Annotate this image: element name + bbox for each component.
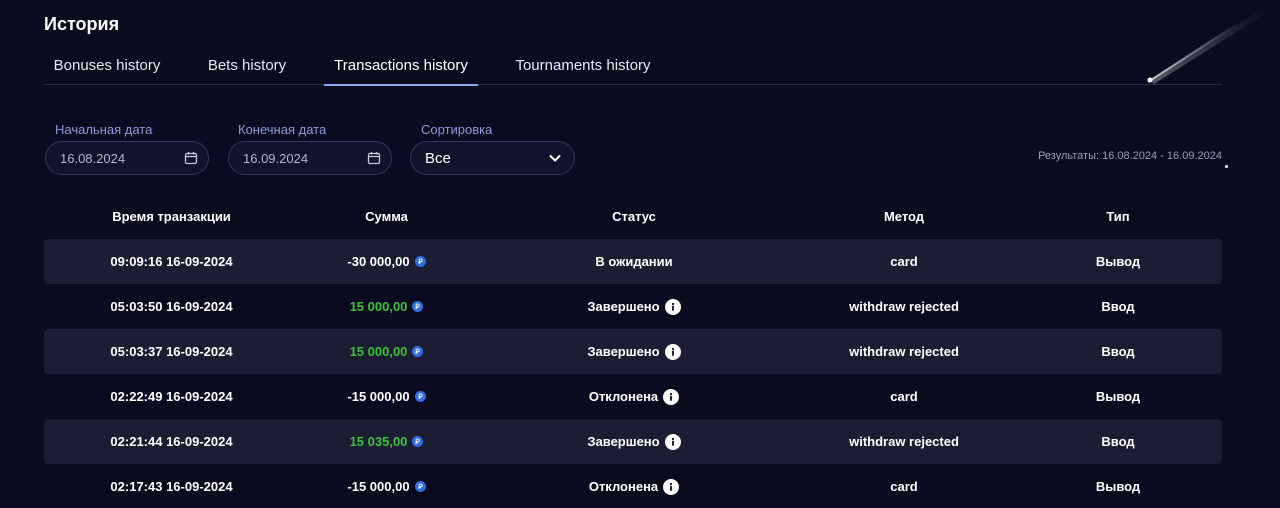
status-text: Завершено [587, 299, 660, 314]
sort-select[interactable]: Все [410, 141, 575, 175]
info-icon[interactable] [664, 343, 681, 360]
header-method: Метод [883, 208, 925, 224]
cell-amount: -30 000,00 [299, 239, 474, 284]
header-status: Статус [612, 208, 656, 224]
cell-method: withdraw rejected [849, 434, 959, 449]
chevron-down-icon [549, 155, 561, 162]
cell-method: card [890, 479, 918, 494]
status-badge: Отклонена [588, 478, 680, 495]
cell-type: Вывод [1095, 479, 1141, 494]
cell-method: card [890, 254, 918, 269]
table-row: 05:03:37 16-09-2024 15 000,00 Завершено … [44, 329, 1222, 374]
history-tabs: Bonuses history Bets history Transaction… [44, 50, 1222, 86]
table-row: 02:17:43 16-09-2024 -15 000,00 Отклонена… [44, 464, 1222, 508]
cell-time: 09:09:16 16-09-2024 [110, 254, 233, 269]
amount-text: 15 000,00 [349, 344, 408, 359]
tab-tournaments-history[interactable]: Tournaments history [504, 50, 662, 85]
coin-icon [412, 301, 424, 312]
status-badge: Отклонена [588, 388, 680, 405]
start-date-value: 16.08.2024 [60, 150, 126, 166]
amount-text: 15 035,00 [349, 434, 408, 449]
table-header: Время транзакции Сумма Статус Метод Тип [44, 200, 1222, 232]
header-amount: Сумма [365, 208, 408, 224]
end-date-field[interactable]: 16.09.2024 [228, 141, 392, 175]
cell-time: 02:21:44 16-09-2024 [110, 434, 233, 449]
cell-status: В ожидании [474, 239, 794, 284]
info-icon[interactable] [663, 388, 680, 405]
coin-icon [412, 436, 424, 447]
amount-text: 15 000,00 [349, 299, 408, 314]
status-badge: Завершено [587, 343, 681, 360]
status-text: Завершено [587, 344, 660, 359]
tab-bonuses-history[interactable]: Bonuses history [44, 50, 170, 85]
status-text: Завершено [587, 434, 660, 449]
cell-amount: 15 035,00 [299, 419, 474, 464]
calendar-icon[interactable] [367, 151, 381, 165]
tab-bets-history[interactable]: Bets history [194, 50, 300, 85]
cell-method: withdraw rejected [849, 299, 959, 314]
sort-label: Сортировка [421, 122, 493, 137]
amount-text: -30 000,00 [347, 254, 410, 269]
cell-type: Вывод [1095, 254, 1141, 269]
decorative-dot [1225, 165, 1228, 168]
amount-value: -15 000,00 [347, 389, 426, 404]
calendar-icon[interactable] [184, 151, 198, 165]
page-title: История [44, 14, 120, 34]
cell-status: Завершено [474, 329, 794, 374]
cell-status: Завершено [474, 419, 794, 464]
amount-value: -15 000,00 [347, 479, 426, 494]
status-badge: В ожидании [595, 254, 672, 269]
cell-type: Ввод [1101, 344, 1135, 359]
cell-time: 02:22:49 16-09-2024 [110, 389, 233, 404]
status-text: Отклонена [588, 479, 659, 494]
coin-icon [412, 346, 424, 357]
table-row: 02:22:49 16-09-2024 -15 000,00 Отклонена… [44, 374, 1222, 419]
results-range: Результаты: 16.08.2024 - 16.09.2024 [1038, 150, 1222, 162]
info-icon[interactable] [664, 298, 681, 315]
cell-status: Отклонена [474, 464, 794, 508]
amount-text: -15 000,00 [347, 389, 410, 404]
end-date-label: Конечная дата [238, 122, 327, 137]
cell-type: Ввод [1101, 299, 1135, 314]
amount-value: 15 035,00 [350, 434, 424, 449]
status-badge: Завершено [587, 433, 681, 450]
cell-time: 02:17:43 16-09-2024 [110, 479, 233, 494]
cell-amount: -15 000,00 [299, 464, 474, 508]
cell-type: Ввод [1101, 434, 1135, 449]
coin-icon [414, 481, 426, 492]
info-icon[interactable] [664, 433, 681, 450]
status-text: В ожидании [595, 254, 673, 269]
status-text: Отклонена [588, 389, 659, 404]
transactions-table-body: 09:09:16 16-09-2024 -30 000,00 В ожидани… [44, 239, 1222, 508]
cell-status: Отклонена [474, 374, 794, 419]
tab-transactions-history[interactable]: Transactions history [324, 50, 478, 86]
start-date-label: Начальная дата [55, 122, 153, 137]
amount-value: 15 000,00 [350, 344, 424, 359]
cell-amount: -15 000,00 [299, 374, 474, 419]
start-date-field[interactable]: 16.08.2024 [45, 141, 209, 175]
sort-value: Все [425, 149, 451, 167]
info-icon[interactable] [663, 478, 680, 495]
cell-amount: 15 000,00 [299, 284, 474, 329]
table-row: 05:03:50 16-09-2024 15 000,00 Завершено … [44, 284, 1222, 329]
coin-icon [414, 256, 426, 267]
amount-value: 15 000,00 [350, 299, 424, 314]
coin-icon [414, 391, 426, 402]
end-date-value: 16.09.2024 [243, 150, 309, 166]
header-time: Время транзакции [112, 208, 231, 224]
cell-amount: 15 000,00 [299, 329, 474, 374]
amount-value: -30 000,00 [347, 254, 426, 269]
cell-time: 05:03:50 16-09-2024 [110, 299, 233, 314]
table-row: 09:09:16 16-09-2024 -30 000,00 В ожидани… [44, 239, 1222, 284]
table-row: 02:21:44 16-09-2024 15 035,00 Завершено … [44, 419, 1222, 464]
cell-status: Завершено [474, 284, 794, 329]
amount-text: -15 000,00 [347, 479, 410, 494]
cell-method: withdraw rejected [849, 344, 959, 359]
header-type: Тип [1106, 208, 1130, 224]
cell-method: card [890, 389, 918, 404]
cell-type: Вывод [1095, 389, 1141, 404]
status-badge: Завершено [587, 298, 681, 315]
cell-time: 05:03:37 16-09-2024 [110, 344, 233, 359]
